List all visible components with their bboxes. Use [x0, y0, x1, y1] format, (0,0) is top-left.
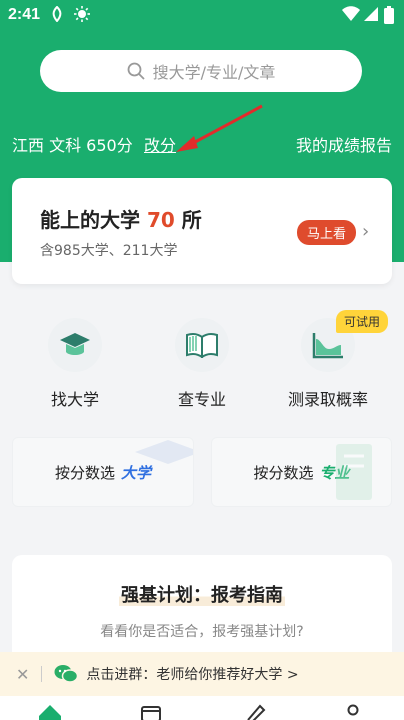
guide-title: 强基计划：报考指南 [12, 581, 392, 607]
document-watermark-icon [336, 444, 372, 500]
filter-prefix: 按分数选 [54, 463, 115, 482]
wifi-icon [342, 6, 360, 21]
status-bar: 2:41 [0, 0, 404, 30]
banner-text: 点击进群：老师给你推荐好大学 > [86, 667, 299, 683]
bottom-nav [0, 696, 404, 720]
score-report-link[interactable]: 我的成绩报告 [296, 132, 392, 156]
card-title-prefix: 能上的大学 [40, 208, 140, 232]
tool-find-university[interactable]: 找大学 [15, 318, 135, 410]
filter-by-score-major[interactable]: 按分数选 专业 [211, 437, 392, 507]
nav-home-icon[interactable] [38, 704, 62, 720]
tool-check-major[interactable]: 查专业 [142, 318, 262, 410]
try-badge: 可试用 [336, 310, 389, 333]
score-info: 江西 文科 650分 [12, 136, 133, 155]
wechat-icon [54, 665, 79, 683]
graduation-cap-icon [48, 318, 102, 372]
graduation-cap-watermark-icon [135, 440, 193, 464]
nav-edit-icon[interactable] [244, 704, 266, 720]
card-title: 能上的大学 70 所 [40, 204, 202, 233]
battery-icon [384, 6, 394, 24]
guide-subtitle: 看看你是否适合，报考强基计划? [100, 624, 304, 640]
guide-title-text: 强基计划：报考指南 [119, 585, 285, 606]
nav-profile-icon[interactable] [344, 704, 362, 720]
score-row: 江西 文科 650分 改分 我的成绩报告 [12, 132, 392, 156]
tool-label: 测录取概率 [287, 390, 368, 409]
search-icon [127, 62, 145, 80]
signal-icon [364, 7, 378, 21]
brightness-icon [74, 6, 90, 22]
card-subtitle: 含985大学、211大学 [40, 243, 178, 259]
filter-by-score-university[interactable]: 按分数选 大学 [12, 437, 194, 507]
status-time: 2:41 [8, 6, 41, 23]
change-score-link[interactable]: 改分 [144, 132, 176, 156]
reachable-universities-card[interactable]: 能上的大学 70 所 含985大学、211大学 马上看 › [12, 178, 392, 284]
search-placeholder: 搜大学/专业/文章 [152, 63, 276, 82]
view-now-button[interactable]: 马上看 [297, 220, 357, 245]
book-icon [175, 318, 229, 372]
app-notification-icon [52, 6, 62, 22]
join-group-banner[interactable]: ✕ 点击进群：老师给你推荐好大学 > [0, 652, 404, 696]
filter-prefix: 按分数选 [253, 463, 314, 482]
search-bar[interactable]: 搜大学/专业/文章 [40, 50, 362, 92]
divider [41, 666, 43, 682]
close-icon[interactable]: ✕ [16, 665, 29, 684]
chevron-right-icon: › [362, 221, 370, 242]
card-title-suffix: 所 [181, 208, 202, 232]
nav-calendar-icon[interactable] [140, 704, 162, 720]
tool-label: 查专业 [177, 390, 226, 409]
tool-label: 找大学 [50, 390, 99, 409]
university-count: 70 [146, 208, 175, 232]
